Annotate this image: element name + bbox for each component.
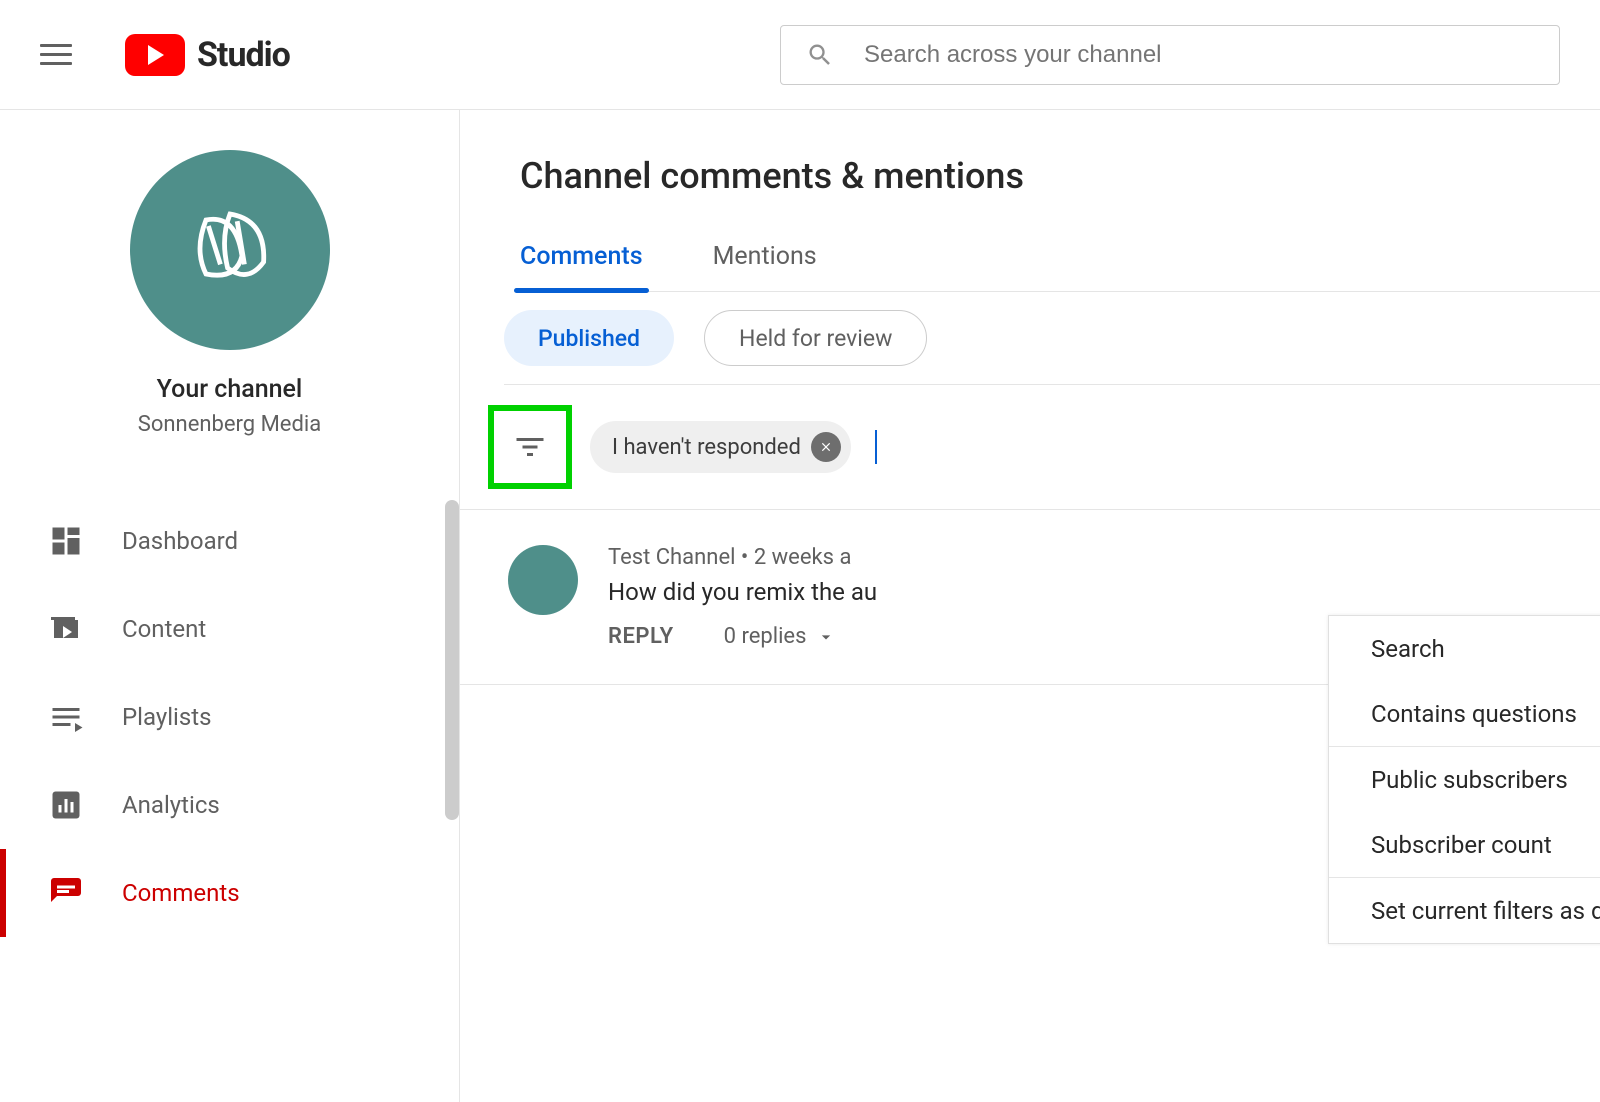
- chevron-down-icon: [816, 627, 836, 647]
- tab-mentions[interactable]: Mentions: [713, 242, 817, 291]
- content-icon: [48, 611, 84, 647]
- replies-count: 0 replies: [724, 624, 807, 649]
- playlists-icon: [48, 699, 84, 735]
- filter-menu-contains-questions[interactable]: Contains questions: [1329, 681, 1600, 746]
- dashboard-icon: [48, 523, 84, 559]
- channel-block: Your channel Sonnenberg Media: [0, 110, 459, 467]
- reply-button[interactable]: REPLY: [608, 624, 674, 649]
- filter-menu-search[interactable]: Search: [1329, 616, 1600, 681]
- replies-toggle[interactable]: 0 replies: [724, 624, 837, 649]
- tabs: Comments Mentions: [520, 242, 1600, 292]
- comment-author[interactable]: Test Channel: [608, 545, 735, 570]
- comment-meta: Test Channel • 2 weeks a: [608, 545, 1600, 570]
- filter-chip-remove[interactable]: [811, 432, 841, 462]
- filter-menu-set-default[interactable]: Set current filters as default: [1329, 878, 1600, 943]
- analytics-icon: [48, 787, 84, 823]
- filter-menu-public-subscribers[interactable]: Public subscribers: [1329, 747, 1600, 812]
- sidebar-item-label: Content: [122, 615, 206, 643]
- logo-text: Studio: [197, 35, 290, 75]
- text-cursor: [875, 430, 877, 464]
- filter-menu-subscriber-count[interactable]: Subscriber count: [1329, 812, 1600, 877]
- comment-time: 2 weeks a: [754, 545, 852, 570]
- commenter-avatar[interactable]: [508, 545, 578, 615]
- sidebar-item-label: Dashboard: [122, 527, 238, 555]
- tab-comments[interactable]: Comments: [520, 242, 643, 291]
- studio-logo[interactable]: Studio: [125, 34, 290, 76]
- close-icon: [819, 440, 833, 454]
- sidebar-item-label: Comments: [122, 879, 240, 907]
- search-icon: [806, 41, 834, 69]
- sidebar: Your channel Sonnenberg Media Dashboard …: [0, 110, 460, 1102]
- channel-avatar[interactable]: [130, 150, 330, 350]
- sidebar-item-label: Analytics: [122, 791, 220, 819]
- sidebar-item-comments[interactable]: Comments: [0, 849, 459, 937]
- filter-button[interactable]: [488, 405, 572, 489]
- filter-chip[interactable]: I haven't responded: [590, 421, 851, 473]
- filter-dropdown: Search Contains questions Public subscri…: [1328, 615, 1600, 944]
- sidebar-item-dashboard[interactable]: Dashboard: [0, 497, 459, 585]
- page-title: Channel comments & mentions: [520, 155, 1600, 197]
- subtab-held-for-review[interactable]: Held for review: [704, 310, 927, 366]
- sidebar-item-content[interactable]: Content: [0, 585, 459, 673]
- youtube-play-icon: [125, 34, 185, 76]
- search-bar[interactable]: [780, 25, 1560, 85]
- subtab-published[interactable]: Published: [504, 310, 674, 366]
- filter-bar: I haven't responded: [460, 385, 1600, 510]
- main: Channel comments & mentions Comments Men…: [460, 110, 1600, 1102]
- subtabs: Published Held for review: [504, 310, 1600, 385]
- channel-name: Sonnenberg Media: [0, 412, 459, 437]
- sidebar-item-analytics[interactable]: Analytics: [0, 761, 459, 849]
- filter-icon: [512, 429, 548, 465]
- leaf-icon: [170, 190, 290, 310]
- header: Studio: [0, 0, 1600, 110]
- scrollbar[interactable]: [445, 500, 459, 820]
- sidebar-item-playlists[interactable]: Playlists: [0, 673, 459, 761]
- sidebar-item-label: Playlists: [122, 703, 212, 731]
- channel-heading: Your channel: [0, 375, 459, 404]
- comments-icon: [48, 875, 84, 911]
- comment-text: How did you remix the au: [608, 578, 1600, 606]
- filter-chip-label: I haven't responded: [612, 435, 801, 460]
- search-input[interactable]: [864, 41, 1534, 69]
- hamburger-menu-button[interactable]: [40, 35, 80, 75]
- sidebar-nav: Dashboard Content Playlists Analytics: [0, 497, 459, 937]
